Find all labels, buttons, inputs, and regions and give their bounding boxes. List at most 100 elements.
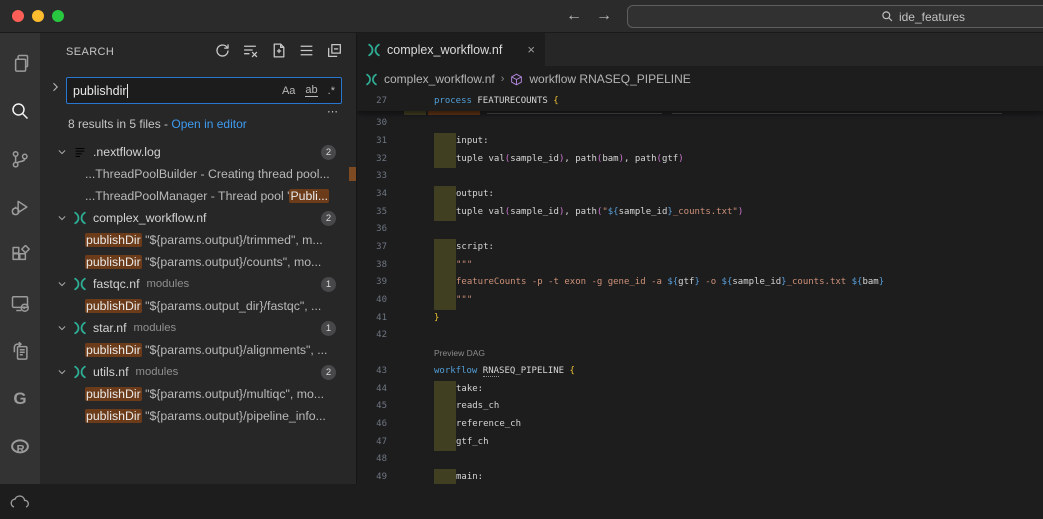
- view-as-list-button[interactable]: [297, 41, 316, 60]
- minimize-window-button[interactable]: [32, 10, 44, 22]
- indent-guide-band: [434, 381, 456, 399]
- match-case-toggle[interactable]: Aa: [282, 85, 295, 97]
- indent-guide-band: [434, 416, 456, 434]
- tab-complex-workflow[interactable]: complex_workflow.nf ×: [357, 33, 545, 66]
- activity-bar-item-search[interactable]: [0, 87, 40, 135]
- r-language-icon: R: [10, 437, 30, 457]
- line-number: 44: [357, 381, 387, 399]
- toggle-search-details-button[interactable]: ⋯: [327, 105, 340, 118]
- code-line: 35tuple val(sample_id), path("${sample_i…: [357, 204, 1043, 222]
- chevron-down-icon[interactable]: [57, 323, 67, 333]
- whole-word-toggle[interactable]: ab: [305, 84, 317, 97]
- refresh-button[interactable]: [213, 41, 232, 60]
- match-result-row[interactable]: publishDir "${params.output}/trimmed", m…: [40, 229, 356, 251]
- open-in-editor-link[interactable]: Open in editor: [171, 117, 246, 131]
- line-number: [357, 345, 387, 363]
- file-result-row[interactable]: star.nfmodules1: [40, 317, 356, 339]
- match-highlight: publishDir: [85, 387, 142, 401]
- line-number: 49: [357, 469, 387, 484]
- codelens-row[interactable]: Preview DAG: [357, 345, 1043, 363]
- search-results-tree: .nextflow.log2...ThreadPoolBuilder - Cre…: [40, 141, 356, 427]
- zoom-window-button[interactable]: [52, 10, 64, 22]
- code-line: 45reads_ch: [357, 398, 1043, 416]
- chevron-down-icon[interactable]: [57, 213, 67, 223]
- match-count-badge: 2: [321, 365, 336, 380]
- open-new-search-editor-button[interactable]: [269, 41, 288, 60]
- nextflow-file-icon: [73, 321, 87, 335]
- file-folder: modules: [146, 278, 189, 290]
- file-result-row[interactable]: utils.nfmodules2: [40, 361, 356, 383]
- activity-bar-item-partial-bottom[interactable]: [0, 471, 40, 519]
- indent-guide-band: [434, 434, 456, 452]
- indent-guide-band: [434, 398, 456, 416]
- title-bar: ← → ide_features: [0, 0, 1043, 33]
- chevron-down-icon[interactable]: [57, 147, 67, 157]
- breadcrumb-separator: ›: [501, 73, 505, 85]
- close-window-button[interactable]: [12, 10, 24, 22]
- line-number: 43: [357, 363, 387, 381]
- activity-bar-item-extensions[interactable]: [0, 231, 40, 279]
- match-count-badge: 2: [321, 211, 336, 226]
- line-number: 35: [357, 204, 387, 222]
- match-result-row[interactable]: publishDir "${params.output}/alignments"…: [40, 339, 356, 361]
- collapse-all-button[interactable]: [325, 41, 344, 60]
- nextflow-file-icon: [73, 211, 87, 225]
- activity-bar-item-run-and-debug[interactable]: [0, 183, 40, 231]
- line-number: 33: [357, 168, 387, 186]
- command-center-search[interactable]: ide_features: [627, 5, 1043, 28]
- code-line: 30: [357, 115, 1043, 133]
- text-caret: [127, 84, 128, 98]
- line-number: 37: [357, 239, 387, 257]
- match-result-row[interactable]: publishDir "${params.output}/counts", mo…: [40, 251, 356, 273]
- match-result-row[interactable]: publishDir "${params.output_dir}/fastqc"…: [40, 295, 356, 317]
- regex-toggle[interactable]: .*: [328, 85, 335, 97]
- back-button[interactable]: ←: [563, 4, 585, 28]
- toggle-replace-chevron-icon[interactable]: [49, 80, 61, 98]
- explorer-icon: [10, 53, 30, 73]
- code-line: 40""": [357, 292, 1043, 310]
- match-result-row[interactable]: ...ThreadPoolBuilder - Creating thread p…: [40, 163, 356, 185]
- symbol-namespace-icon: [510, 73, 523, 86]
- file-result-row[interactable]: complex_workflow.nf2: [40, 207, 356, 229]
- activity-bar-item-source-control[interactable]: [0, 135, 40, 183]
- match-highlight: publishDir: [85, 233, 142, 247]
- activity-bar-item-r-language[interactable]: R: [0, 423, 40, 471]
- code-line: 32tuple val(sample_id), path(bam), path(…: [357, 151, 1043, 169]
- line-number: 38: [357, 257, 387, 275]
- indent-guide-band: [434, 257, 456, 275]
- forward-button[interactable]: →: [593, 4, 615, 28]
- match-result-row[interactable]: ...ThreadPoolManager - Thread pool 'Publ…: [40, 185, 356, 207]
- line-number: 45: [357, 398, 387, 416]
- file-result-row[interactable]: .nextflow.log2: [40, 141, 356, 163]
- match-highlight: publishDir: [85, 255, 142, 269]
- task-references-icon: [10, 341, 30, 361]
- code-line: 47gtf_ch: [357, 434, 1043, 452]
- line-number: 47: [357, 434, 387, 452]
- tab-label: complex_workflow.nf: [387, 43, 502, 57]
- chevron-down-icon[interactable]: [57, 279, 67, 289]
- activity-bar: GR: [0, 33, 40, 484]
- activity-bar-item-gitlens[interactable]: G: [0, 375, 40, 423]
- file-result-row[interactable]: fastqc.nfmodules1: [40, 273, 356, 295]
- sticky-scroll-line[interactable]: 27process FEATURECOUNTS {: [357, 92, 1043, 111]
- tab-close-icon[interactable]: ×: [527, 42, 535, 57]
- line-number: 30: [357, 115, 387, 133]
- search-match-sliver: [428, 111, 480, 115]
- activity-bar-item-task-references[interactable]: [0, 327, 40, 375]
- code-line: 46reference_ch: [357, 416, 1043, 434]
- breadcrumb-file[interactable]: complex_workflow.nf: [384, 72, 495, 86]
- match-result-row[interactable]: publishDir "${params.output}/multiqc", m…: [40, 383, 356, 405]
- code-editor[interactable]: 27process FEATURECOUNTS { 3031input:32tu…: [357, 92, 1043, 484]
- match-result-row[interactable]: publishDir "${params.output}/pipeline_in…: [40, 405, 356, 427]
- indent-guide-band: [434, 469, 456, 484]
- breadcrumb-symbol[interactable]: workflow RNASEQ_PIPELINE: [529, 72, 690, 86]
- search-sidebar: SEARCH publishdir Aa ab .* ⋯ 8 results i…: [40, 33, 356, 484]
- chevron-down-icon[interactable]: [57, 367, 67, 377]
- activity-bar-item-remote-explorer[interactable]: [0, 279, 40, 327]
- clear-search-results-button[interactable]: [241, 41, 260, 60]
- file-name: star.nf: [93, 321, 127, 335]
- match-count-badge: 1: [321, 321, 336, 336]
- activity-bar-item-explorer[interactable]: [0, 39, 40, 87]
- search-input[interactable]: publishdir Aa ab .*: [66, 77, 342, 104]
- partially-scrolled-line: [357, 111, 1043, 115]
